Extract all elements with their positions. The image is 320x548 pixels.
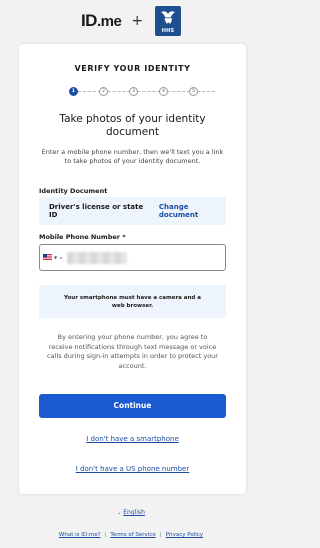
card-title: VERIFY YOUR IDENTITY [74,64,191,73]
country-dropdown-caret-icon[interactable]: ▼ [54,255,57,260]
phone-number-field[interactable]: ▼ [39,244,226,271]
language-selector[interactable]: ⌄ English [0,509,262,516]
hhs-logo: HHS [155,6,182,36]
plus-sign: + [131,13,144,29]
step-3: 3 [129,87,138,96]
progress-stepper: 1 2 3 4 5 [69,87,219,97]
no-us-phone-link[interactable]: I don't have a US phone number [19,465,246,473]
no-smartphone-link[interactable]: I don't have a smartphone [19,435,246,443]
hhs-logo-text: HHS [161,28,175,34]
footer-separator: | [159,532,162,538]
phone-number-value-redacted[interactable] [67,252,127,264]
step-5: 5 [189,87,198,96]
consent-text: By entering your phone number, you agree… [47,333,218,370]
instructions-text: Enter a mobile phone number, then we'll … [41,148,224,165]
continue-button[interactable]: Continue [39,394,226,418]
identity-document-box: Driver's license or state ID Change docu… [39,197,226,225]
us-flag-icon[interactable] [43,254,52,260]
footer-separator: | [104,532,107,538]
identity-document-value: Driver's license or state ID [49,203,144,219]
hhs-eagle-icon [161,11,176,24]
step-4: 4 [159,87,168,96]
privacy-policy-link[interactable]: Privacy Policy [166,532,203,538]
page-heading: Take photos of your identity document [59,113,206,138]
phone-number-label: Mobile Phone Number * [39,233,126,241]
terms-of-service-link[interactable]: Terms of Service [110,532,155,538]
idme-logo: ID.me [80,11,122,30]
step-2: 2 [99,87,108,96]
brand-header: ID.me + HHS [0,0,262,42]
footer-links: What is ID.me? | Terms of Service | Privacy … [0,532,262,538]
change-document-link[interactable]: Change document [159,203,226,219]
step-1: 1 [69,87,78,96]
smartphone-notice-text: Your smartphone must have a camera and a… [64,294,201,309]
smartphone-notice: Your smartphone must have a camera and a… [39,285,226,318]
chevron-down-icon[interactable]: ⌄ [117,510,121,516]
what-is-idme-link[interactable]: What is ID.me? [59,532,101,538]
verify-identity-card: VERIFY YOUR IDENTITY 1 2 3 4 5 Take phot… [19,44,246,494]
identity-document-label: Identity Document [39,187,108,195]
language-label[interactable]: English [123,509,145,516]
field-separator [60,257,62,259]
